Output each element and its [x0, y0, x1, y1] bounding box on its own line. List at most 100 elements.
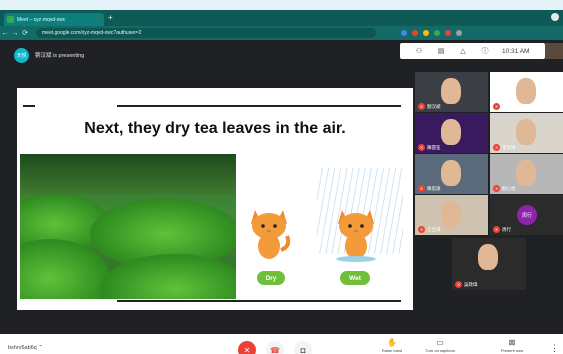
presenting-banner: 天悦 劉汉斌 is presenting: [0, 40, 415, 70]
participant-name: 劉心怡: [502, 185, 516, 191]
participant-tile[interactable]: ✕ 王佳琪: [415, 195, 488, 235]
wet-label: Wet: [340, 271, 370, 285]
present-button[interactable]: ⊠ Present now: [492, 338, 532, 353]
presented-slide: Next, they dry tea leaves in the air. Dr…: [17, 88, 413, 310]
present-label: Present now: [500, 348, 524, 353]
mic-muted-icon: ✕: [493, 144, 500, 151]
browser-window: Meet – xyz-mqvd-xwc ✕ + ← → ⟳ meet.googl…: [0, 10, 563, 354]
browser-extension-icon[interactable]: [401, 30, 407, 36]
meeting-top-toolbar: ⚇ ▤ △ ⓘ 10:31 AM: [400, 43, 545, 59]
forward-button[interactable]: →: [10, 30, 20, 37]
participant-tile[interactable]: 周行 ✕ 周行: [490, 195, 563, 235]
end-call-icon: ☎: [270, 345, 280, 354]
people-icon[interactable]: ⚇: [408, 47, 430, 55]
participant-name: 陳雲笙: [427, 144, 441, 150]
camera-icon: ◘: [300, 345, 306, 354]
mic-muted-icon: ✕: [418, 103, 425, 110]
participant-name-row: ✕ 陳思遠: [418, 185, 441, 192]
window-control-icon[interactable]: [551, 13, 559, 21]
browser-extension-icon[interactable]: [445, 30, 451, 36]
browser-extension-icon[interactable]: [456, 30, 462, 36]
chevron-up-icon: ⌃: [38, 345, 43, 351]
presenting-text: 劉汉斌 is presenting: [35, 53, 85, 59]
page-frame: Meet – xyz-mqvd-xwc ✕ + ← → ⟳ meet.googl…: [0, 0, 563, 354]
participant-name-row: ✕ 李文博: [493, 144, 516, 151]
dry-cat-icon: [251, 210, 291, 259]
tab-strip: Meet – xyz-mqvd-xwc ✕ +: [0, 10, 563, 26]
self-view-thumbnail[interactable]: [545, 43, 563, 59]
participant-tile[interactable]: ✕ 陳思遠: [415, 154, 488, 194]
url-field[interactable]: meet.google.com/xyz-mqvd-xwc?authuser=2: [36, 28, 376, 38]
address-bar: ← → ⟳ meet.google.com/xyz-mqvd-xwc?authu…: [0, 26, 563, 40]
captions-button[interactable]: ▭ Turn on captions: [420, 338, 460, 353]
browser-extension-icon[interactable]: [434, 30, 440, 36]
captions-label: Turn on captions: [425, 348, 455, 353]
activities-icon[interactable]: △: [452, 47, 474, 55]
participant-video: [516, 160, 536, 186]
slide-dash: [23, 105, 35, 107]
participant-name-row: ✕ 周行: [493, 226, 511, 233]
browser-extension-icon[interactable]: [412, 30, 418, 36]
participant-tile[interactable]: ✕ 李文博: [490, 113, 563, 153]
participant-video: [441, 78, 461, 104]
present-icon: ⊠: [508, 338, 516, 347]
slide-title: Next, they dry tea leaves in the air.: [84, 120, 346, 137]
presenter-avatar: 天悦: [14, 47, 29, 63]
participant-name: 王佳琪: [427, 226, 441, 232]
participant-video: [516, 78, 536, 104]
mic-muted-icon: ✕: [493, 226, 500, 233]
participant-name-row: ✕ 周佳思: [493, 103, 516, 110]
mic-muted-icon: ✕: [418, 226, 425, 233]
participant-name-row: ✕ 劉汉斌: [418, 103, 441, 110]
participant-avatar: 周行: [517, 205, 537, 225]
reload-button[interactable]: ⟳: [20, 29, 30, 37]
participant-name-row: ✕ 陳雲笙: [418, 144, 441, 151]
participant-video: [478, 244, 498, 270]
tab-title: Meet – xyz-mqvd-xwc: [17, 16, 66, 23]
participant-tile[interactable]: ✕ 周佳思: [490, 72, 563, 112]
participant-name: 周佳思: [502, 103, 516, 109]
camera-button[interactable]: ◘: [294, 341, 312, 354]
wet-cat-icon: [336, 210, 376, 262]
back-button[interactable]: ←: [0, 30, 10, 37]
participant-name: 周行: [502, 226, 511, 232]
participant-tile[interactable]: ✕ 陳雲笙: [415, 113, 488, 153]
participant-name: 劉汉斌: [427, 103, 441, 109]
participant-video: [441, 119, 461, 145]
info-icon[interactable]: ⓘ: [474, 46, 496, 56]
new-tab-button[interactable]: +: [108, 13, 113, 23]
tea-field-photo: [20, 154, 236, 299]
participant-tile[interactable]: ✕ 吳政瑋: [452, 238, 526, 290]
participant-name: 陳思遠: [427, 185, 441, 191]
close-tab-icon[interactable]: ✕: [96, 16, 101, 23]
raise-hand-label: Raise hand: [381, 348, 403, 353]
mic-off-button[interactable]: ✕: [238, 341, 256, 354]
end-call-button[interactable]: ☎: [266, 341, 284, 354]
chat-icon[interactable]: ▤: [430, 47, 452, 55]
captions-icon: ▭: [436, 338, 444, 347]
mic-muted-icon: ✕: [418, 185, 425, 192]
slide-top-rule: [117, 105, 401, 107]
meeting-code[interactable]: bshrv6ab6q ⌃: [8, 345, 43, 351]
participant-video: [516, 119, 536, 145]
meeting-code-text: bshrv6ab6q: [8, 345, 37, 351]
raise-hand-button[interactable]: ✋ Raise hand: [372, 338, 412, 353]
mic-muted-icon: ✕: [493, 103, 500, 110]
browser-tab[interactable]: Meet – xyz-mqvd-xwc ✕: [4, 13, 104, 26]
participant-name-row: ✕ 劉心怡: [493, 185, 516, 192]
hand-icon: ✋: [387, 338, 397, 347]
tea-bushes-background: [20, 154, 236, 194]
dry-label: Dry: [257, 271, 285, 285]
browser-extension-icon[interactable]: [423, 30, 429, 36]
participant-video: [441, 160, 461, 186]
participant-video: [441, 201, 461, 227]
participant-tile[interactable]: ✕ 劉汉斌: [415, 72, 488, 112]
more-options-button[interactable]: ⋮: [550, 343, 559, 354]
participant-name-row: ✕ 王佳琪: [418, 226, 441, 233]
participant-tile[interactable]: ✕ 劉心怡: [490, 154, 563, 194]
mic-off-icon: ✕: [243, 345, 251, 354]
bottom-control-bar: bshrv6ab6q ⌃ ✕ ☎ ◘ ✋ Raise hand ▭ Turn o…: [0, 334, 563, 354]
mic-muted-icon: ✕: [418, 144, 425, 151]
slide-bottom-rule: [117, 300, 401, 302]
mic-muted-icon: ✕: [493, 185, 500, 192]
